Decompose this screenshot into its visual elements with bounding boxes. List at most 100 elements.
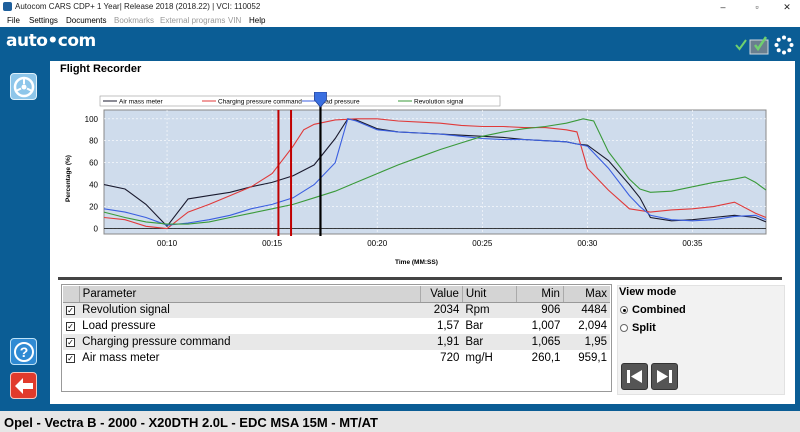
arrow-left-icon xyxy=(15,378,33,394)
car-wheel-icon xyxy=(13,76,35,98)
checkbox-checked[interactable]: ✓ xyxy=(66,338,75,347)
parameter-value: 1,91 xyxy=(420,334,463,350)
header-max[interactable]: Max xyxy=(563,286,610,303)
x-tick-label: 00:30 xyxy=(577,239,598,248)
app-icon xyxy=(3,2,12,11)
vehicle-info: Opel - Vectra B - 2000 - X20DTH 2.0L - E… xyxy=(4,415,378,430)
parameter-max: 959,1 xyxy=(563,350,610,366)
window-title-bar: Autocom CARS CDP+ 1 Year| Release 2018 (… xyxy=(0,0,800,14)
y-tick-label: 60 xyxy=(89,159,98,168)
vci-device-icon[interactable] xyxy=(749,34,771,56)
table-header-row: Parameter Value Unit Min Max xyxy=(63,286,610,303)
parameter-max: 1,95 xyxy=(563,334,610,350)
menu-vin[interactable]: VIN xyxy=(228,16,241,25)
table-row[interactable]: ✓ Charging pressure command 1,91 Bar 1,0… xyxy=(63,334,610,350)
next-button[interactable] xyxy=(651,363,678,390)
radio-combined-label: Combined xyxy=(632,304,686,316)
parameter-value: 720 xyxy=(420,350,463,366)
menu-bookmarks[interactable]: Bookmarks xyxy=(114,16,154,25)
left-sidebar: ? xyxy=(0,61,50,411)
header-checkbox-col xyxy=(63,286,80,303)
row-checkbox[interactable]: ✓ xyxy=(63,318,80,334)
connection-ok-icon xyxy=(735,39,747,51)
plot-area[interactable] xyxy=(103,109,767,235)
table-row[interactable]: ✓ Revolution signal 2034 Rpm 906 4484 xyxy=(63,302,610,318)
y-axis-label: Percentage (%) xyxy=(65,155,72,202)
radio-selected-icon[interactable] xyxy=(620,306,628,314)
right-edge xyxy=(795,61,800,411)
back-button[interactable] xyxy=(10,372,37,399)
close-button[interactable]: ✕ xyxy=(772,0,800,14)
x-tick-label: 00:20 xyxy=(367,239,388,248)
parameter-max: 4484 xyxy=(563,302,610,318)
flight-recorder-chart[interactable]: 0 20 40 60 80 100 00:10 00:15 00:20 00:25 00:30 00:… xyxy=(58,91,778,270)
radio-split[interactable]: Split xyxy=(620,322,656,334)
parameter-name: Charging pressure command xyxy=(79,334,421,350)
parameter-max: 2,094 xyxy=(563,318,610,334)
help-button[interactable]: ? xyxy=(10,338,37,365)
status-bar: Opel - Vectra B - 2000 - X20DTH 2.0L - E… xyxy=(0,411,800,432)
y-tick-label: 20 xyxy=(89,203,98,212)
parameter-table: Parameter Value Unit Min Max ✓ Revolutio… xyxy=(63,286,610,366)
header-min[interactable]: Min xyxy=(516,286,564,303)
radio-combined[interactable]: Combined xyxy=(620,304,686,316)
legend-entry[interactable]: Revolution signal xyxy=(414,99,464,106)
parameter-value: 2034 xyxy=(420,302,463,318)
view-mode-title: View mode xyxy=(619,286,677,298)
parameter-unit: Rpm xyxy=(462,302,517,318)
y-tick-label: 40 xyxy=(89,181,98,190)
checkbox-checked[interactable]: ✓ xyxy=(66,306,75,316)
question-icon: ? xyxy=(14,342,34,362)
page-title: Flight Recorder xyxy=(60,63,142,75)
chart-svg[interactable]: 0 20 40 60 80 100 00:10 00:15 00:20 00:25 00:30 00:… xyxy=(58,91,778,270)
parameter-min: 260,1 xyxy=(516,350,564,366)
parameter-unit: mg/H xyxy=(462,350,517,366)
parameter-min: 906 xyxy=(516,302,564,318)
y-tick-label: 100 xyxy=(85,115,99,124)
menu-documents[interactable]: Documents xyxy=(66,16,106,25)
y-tick-label: 80 xyxy=(89,137,98,146)
row-checkbox[interactable]: ✓ xyxy=(63,350,80,366)
parameter-value: 1,57 xyxy=(420,318,463,334)
menu-file[interactable]: File xyxy=(7,16,20,25)
bottom-band xyxy=(50,404,795,411)
checkbox-checked[interactable]: ✓ xyxy=(66,322,75,331)
skip-back-icon xyxy=(627,370,642,383)
parameter-unit: Bar xyxy=(462,334,517,350)
radio-split-label: Split xyxy=(632,322,656,334)
parameter-min: 1,007 xyxy=(516,318,564,334)
skip-forward-icon xyxy=(657,370,672,383)
table-row[interactable]: ✓ Load pressure 1,57 Bar 1,007 2,094 xyxy=(63,318,610,334)
table-row[interactable]: ✓ Air mass meter 720 mg/H 260,1 959,1 xyxy=(63,350,610,366)
x-axis-label: Time (MM:SS) xyxy=(395,259,438,266)
splitter[interactable] xyxy=(58,277,782,280)
autocom-logo: auto•com xyxy=(6,31,96,51)
y-tick-label: 0 xyxy=(94,225,99,234)
x-tick-label: 00:15 xyxy=(262,239,283,248)
maximize-button[interactable]: ▫ xyxy=(742,0,772,14)
window-title: Autocom CARS CDP+ 1 Year| Release 2018 (… xyxy=(15,2,261,11)
parameter-min: 1,065 xyxy=(516,334,564,350)
radio-unselected-icon[interactable] xyxy=(620,324,628,332)
legend-entry[interactable]: Air mass meter xyxy=(119,99,164,106)
menu-external-programs[interactable]: External programs xyxy=(160,16,225,25)
row-checkbox[interactable]: ✓ xyxy=(63,334,80,350)
x-tick-label: 00:10 xyxy=(157,239,178,248)
parameter-name: Air mass meter xyxy=(79,350,421,366)
header-parameter[interactable]: Parameter xyxy=(79,286,422,303)
home-button[interactable] xyxy=(10,73,37,100)
legend-entry[interactable]: Charging pressure command xyxy=(218,99,302,106)
row-checkbox[interactable]: ✓ xyxy=(63,302,80,318)
checkbox-checked[interactable]: ✓ xyxy=(66,354,75,363)
menu-settings[interactable]: Settings xyxy=(29,16,58,25)
menu-help[interactable]: Help xyxy=(249,16,265,25)
parameter-name: Load pressure xyxy=(79,318,421,334)
header-band: auto•com xyxy=(0,27,800,61)
header-value[interactable]: Value xyxy=(420,286,463,303)
loading-spinner-icon xyxy=(774,35,794,55)
parameter-unit: Bar xyxy=(462,318,517,334)
previous-button[interactable] xyxy=(621,363,648,390)
header-unit[interactable]: Unit xyxy=(462,286,518,303)
minimize-button[interactable]: – xyxy=(708,0,738,14)
svg-text:?: ? xyxy=(20,344,29,360)
